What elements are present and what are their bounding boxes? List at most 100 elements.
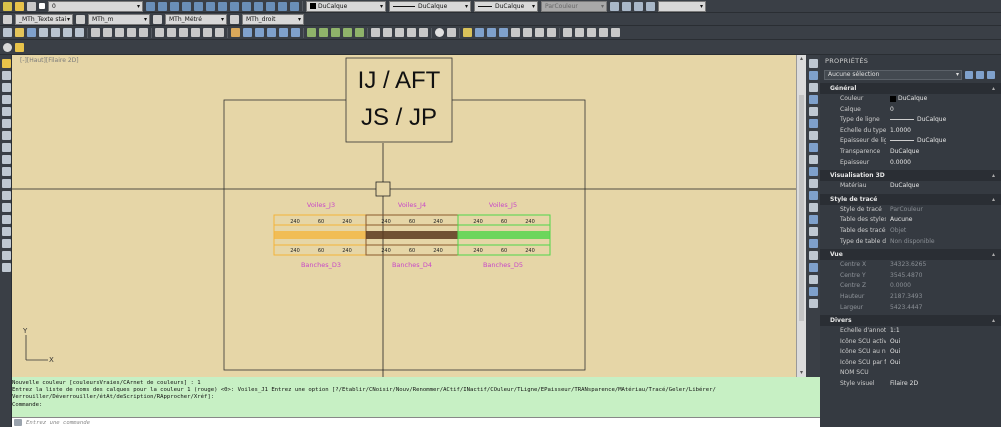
canvas-vertical-scrollbar[interactable]: ▴ ▾ — [796, 55, 806, 377]
back-icon[interactable] — [395, 28, 404, 37]
undo-icon[interactable] — [155, 28, 164, 37]
layer-combo[interactable]: 0 — [48, 0, 143, 12]
3d-dwf-icon[interactable] — [75, 28, 84, 37]
tool-17-icon[interactable] — [809, 251, 818, 260]
command-icon[interactable] — [14, 419, 22, 426]
zoom-previous-icon[interactable] — [215, 28, 224, 37]
table-style-combo[interactable]: MTh_Métré — [165, 13, 227, 25]
tool-12-icon[interactable] — [809, 191, 818, 200]
copy-icon[interactable] — [103, 28, 112, 37]
wall-group-1[interactable]: 240 60 240 240 60 240 — [273, 214, 367, 256]
layer-unisolate-icon[interactable] — [194, 1, 203, 11]
block-editor-icon[interactable] — [139, 28, 148, 37]
wall-group-3[interactable]: 240 60 240 240 60 240 — [457, 214, 551, 256]
tool-13-icon[interactable] — [809, 203, 818, 212]
stretch-icon[interactable] — [2, 215, 11, 224]
section-plot-style[interactable]: Style de tracé — [820, 193, 1001, 205]
leader-icon[interactable] — [575, 28, 584, 37]
xref-icon[interactable] — [511, 28, 520, 37]
prop-row[interactable]: Centre X 34323.6265 — [820, 260, 1001, 271]
region-icon[interactable] — [355, 28, 364, 37]
id-icon[interactable] — [343, 28, 352, 37]
quick-select-icon[interactable] — [987, 70, 995, 79]
prop-row[interactable]: Epaisseur 0.0000 — [820, 158, 1001, 169]
make-current-icon[interactable] — [146, 1, 155, 11]
layer-walk-icon[interactable] — [290, 1, 299, 11]
lightning-icon[interactable] — [15, 42, 24, 52]
zoom-realtime-icon[interactable] — [191, 28, 200, 37]
prop-row[interactable]: Largeur 5423.4447 — [820, 303, 1001, 314]
selection-dropdown[interactable]: Aucune sélection — [824, 69, 962, 80]
multileader-style-combo[interactable]: MTh_droit — [242, 13, 304, 25]
wall-group-2[interactable]: 240 60 240 240 60 240 — [365, 214, 459, 256]
prop-row[interactable]: Type de table de tracé Non disponible — [820, 237, 1001, 248]
prop-row[interactable]: Table des styles de tr... Aucune — [820, 215, 1001, 226]
polygon-icon[interactable] — [2, 107, 11, 116]
viewport-icon[interactable] — [622, 1, 631, 11]
move-icon[interactable] — [2, 119, 11, 128]
layer-lock-icon[interactable] — [242, 1, 251, 11]
prop-row[interactable]: Style de tracé ParCouleur — [820, 205, 1001, 216]
copy-object-icon[interactable] — [2, 167, 11, 176]
tool-9-icon[interactable] — [809, 155, 818, 164]
info-icon[interactable] — [3, 42, 12, 52]
publish-icon[interactable] — [63, 28, 72, 37]
hyperlink-icon[interactable] — [419, 28, 428, 37]
line-icon[interactable] — [2, 71, 11, 80]
layer-merge-icon[interactable] — [266, 1, 275, 11]
tool-14-icon[interactable] — [809, 215, 818, 224]
save-icon[interactable] — [27, 28, 36, 37]
tool-8-icon[interactable] — [809, 143, 818, 152]
layer-match-icon[interactable] — [206, 1, 215, 11]
section-view[interactable]: Vue — [820, 249, 1001, 261]
prop-row[interactable]: Transparence DuCalque — [820, 147, 1001, 158]
command-line[interactable]: Entrez une commande — [12, 417, 820, 427]
tool-15-icon[interactable] — [809, 227, 818, 236]
plot-icon[interactable] — [39, 28, 48, 37]
insert-icon[interactable] — [463, 28, 472, 37]
prop-row[interactable]: Matériau DuCalque — [820, 181, 1001, 192]
viewport-scale-combo[interactable] — [658, 0, 706, 12]
layer-off-icon[interactable] — [218, 1, 227, 11]
dim-style-combo[interactable]: MTh_m — [88, 13, 150, 25]
named-views-icon[interactable] — [610, 1, 619, 11]
image-icon[interactable] — [499, 28, 508, 37]
scroll-thumb[interactable] — [799, 95, 804, 321]
prop-row[interactable]: Hauteur 2187.3493 — [820, 292, 1001, 303]
prop-row[interactable]: Echelle d'annotation 1:1 — [820, 326, 1001, 337]
mirror-icon[interactable] — [2, 179, 11, 188]
tool-palettes-icon[interactable] — [255, 28, 264, 37]
layer-previous-icon[interactable] — [158, 1, 167, 11]
layer-delete-icon[interactable] — [278, 1, 287, 11]
text-style-icon[interactable] — [3, 14, 12, 24]
ole-icon[interactable] — [523, 28, 532, 37]
xline-icon[interactable] — [2, 83, 11, 92]
layer-on-icon[interactable] — [3, 1, 12, 11]
open-icon[interactable] — [15, 28, 24, 37]
tool-21-icon[interactable] — [809, 299, 818, 308]
text-style-combo[interactable]: _MTh_Texte stai — [15, 13, 73, 25]
zoom-window-icon[interactable] — [203, 28, 212, 37]
layer-freeze-icon[interactable] — [230, 1, 239, 11]
viewport-polygon-icon[interactable] — [634, 1, 643, 11]
drawing-area[interactable]: [-][Haut][Filaire 2D] IJ / AFT JS / JP V… — [12, 55, 796, 377]
scale-icon[interactable] — [2, 251, 11, 260]
color-combo[interactable]: DuCalque — [306, 0, 386, 12]
section-3d-visualization[interactable]: Visualisation 3D — [820, 170, 1001, 182]
table-style-icon[interactable] — [153, 14, 162, 24]
dim-edit-icon[interactable] — [611, 28, 620, 37]
rotate-icon[interactable] — [2, 131, 11, 140]
dimension-icon[interactable] — [563, 28, 572, 37]
prop-row[interactable]: Epaisseur de ligne DuCalque — [820, 136, 1001, 147]
tolerance-icon[interactable] — [587, 28, 596, 37]
area-icon[interactable] — [319, 28, 328, 37]
pan-icon[interactable] — [179, 28, 188, 37]
dim-style-icon[interactable] — [76, 14, 85, 24]
trim-icon[interactable] — [2, 143, 11, 152]
prop-row[interactable]: Centre Y 3545.4870 — [820, 271, 1001, 282]
tool-18-icon[interactable] — [809, 263, 818, 272]
markup-icon[interactable] — [279, 28, 288, 37]
prop-row[interactable]: Centre Z 0.0000 — [820, 281, 1001, 292]
prop-row[interactable]: Couleur DuCalque — [820, 94, 1001, 105]
explode-icon[interactable] — [2, 203, 11, 212]
